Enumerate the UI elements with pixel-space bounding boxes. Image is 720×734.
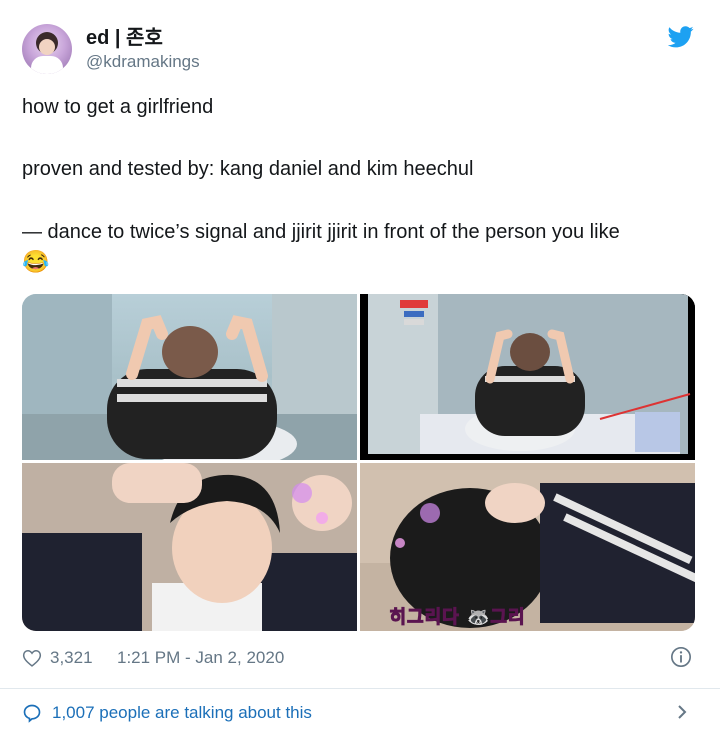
comment-bubble-icon <box>23 704 41 723</box>
media-image-2-art <box>360 294 695 460</box>
twitter-bird-icon[interactable] <box>668 26 694 48</box>
heart-icon[interactable] <box>22 648 42 668</box>
info-icon[interactable] <box>670 646 692 668</box>
avatar-face <box>39 39 55 55</box>
tweet-text-line-2: proven and tested by: kang daniel and ki… <box>22 158 474 180</box>
tweet-timestamp[interactable]: 1:21 PM - Jan 2, 2020 <box>117 648 284 668</box>
media-caption: 히그리다 🦝그리 <box>389 607 526 629</box>
tweet-meta: 3,321 1:21 PM - Jan 2, 2020 <box>22 646 702 670</box>
conversation-count[interactable]: 1,007 people are talking about this <box>52 703 312 723</box>
chevron-right-icon[interactable] <box>674 702 690 722</box>
media-image-3[interactable] <box>22 463 357 631</box>
tweet-card: ed | 존호 @kdramakings how to get a girlfr… <box>0 0 720 734</box>
avatar-body <box>31 56 63 74</box>
media-image-2[interactable] <box>360 294 695 460</box>
conversation-link[interactable]: 1,007 people are talking about this <box>22 700 702 726</box>
media-grid[interactable]: 히그리다 🦝그리 <box>22 294 695 631</box>
divider <box>0 688 720 689</box>
media-image-4[interactable]: 히그리다 🦝그리 <box>360 463 695 631</box>
laughing-emoji-icon: 😂 <box>22 249 50 274</box>
media-image-1-art <box>22 294 357 460</box>
author-handle[interactable]: @kdramakings <box>86 52 200 72</box>
tweet-text-line-3: — dance to twice’s signal and jjirit jji… <box>22 221 620 243</box>
media-image-3-art <box>22 463 357 631</box>
avatar[interactable] <box>22 24 72 74</box>
author-name[interactable]: ed | 존호 <box>86 26 163 50</box>
like-count[interactable]: 3,321 <box>50 648 93 668</box>
media-image-1[interactable] <box>22 294 357 460</box>
tweet-text-line-1: how to get a girlfriend <box>22 96 214 118</box>
